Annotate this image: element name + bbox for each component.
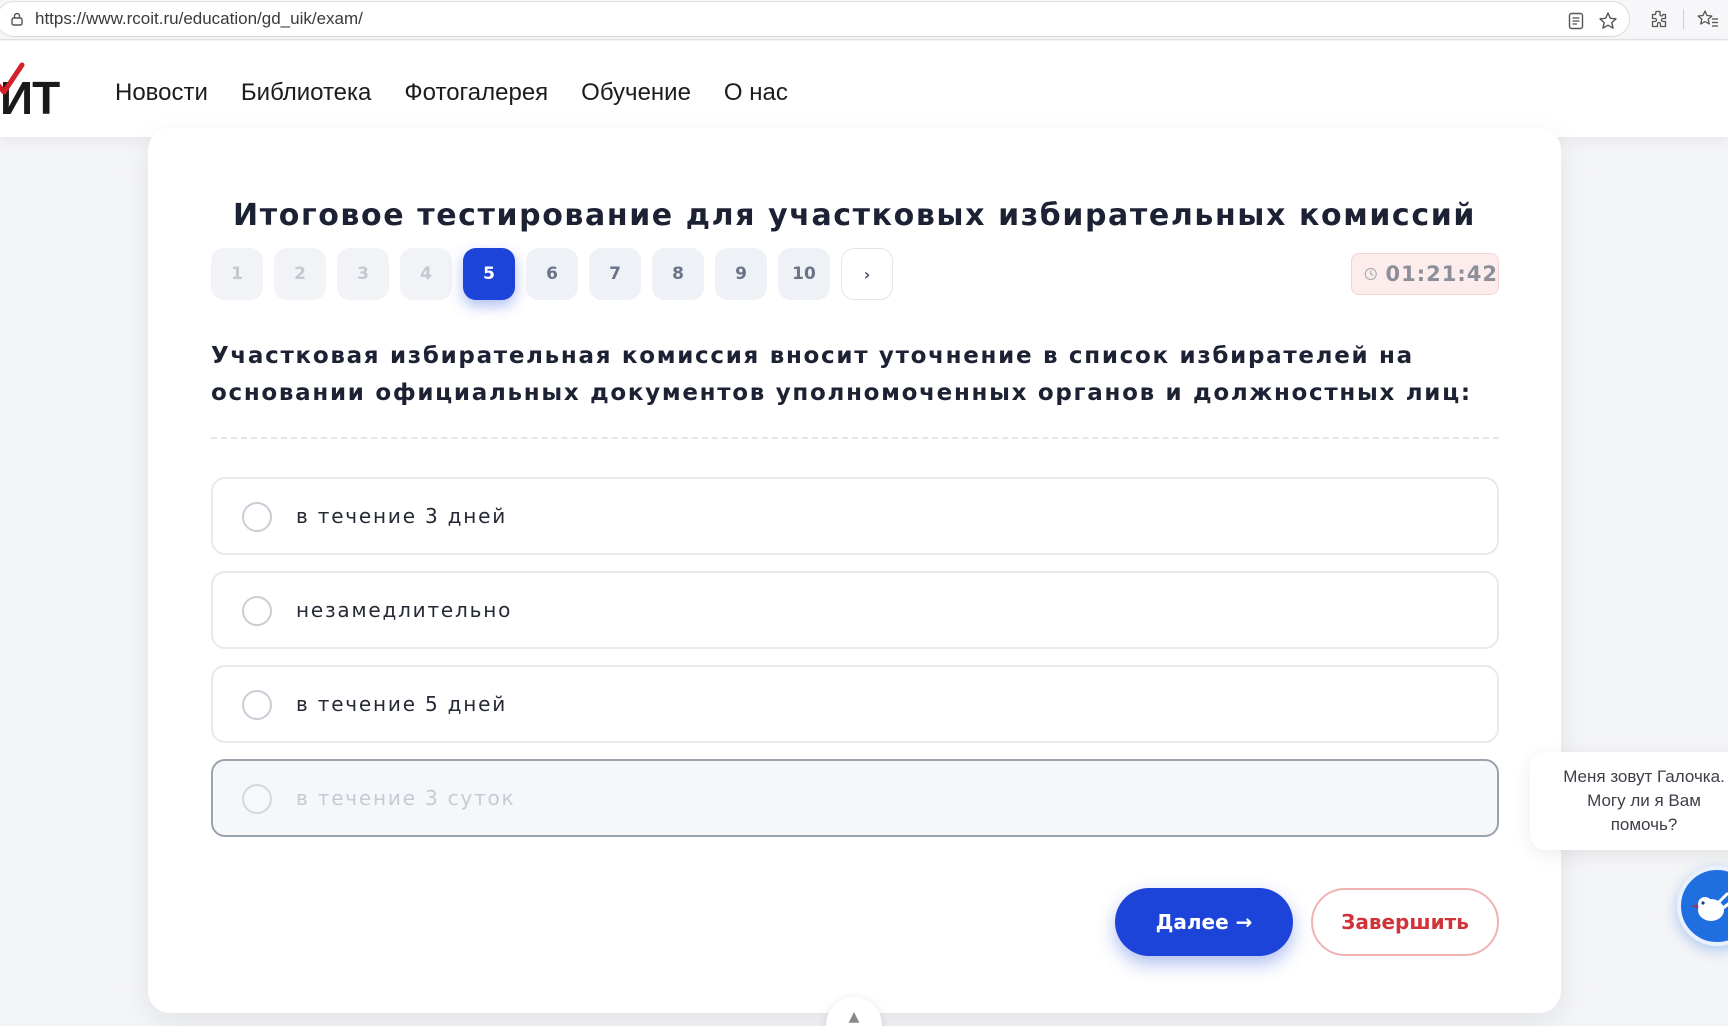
chevron-up-icon: ▲ (848, 1009, 860, 1025)
favorites-icon[interactable] (1697, 8, 1719, 30)
answer-option-4[interactable]: в течение 3 суток (211, 759, 1499, 837)
question-divider (211, 437, 1499, 439)
answer-label: в течение 3 суток (296, 786, 516, 810)
answer-option-3[interactable]: в течение 5 дней (211, 665, 1499, 743)
exam-title: Итоговое тестирование для участковых изб… (233, 198, 1476, 233)
toolbar-separator (1683, 9, 1684, 29)
page-button-3[interactable]: 3 (337, 248, 389, 300)
question-pager: 1 2 3 4 5 6 7 8 9 10 › (211, 248, 893, 300)
main-nav: Новости Библиотека Фотогалерея Обучение … (115, 79, 788, 107)
radio-button[interactable] (242, 596, 272, 626)
page-button-9[interactable]: 9 (715, 248, 767, 300)
page-button-4[interactable]: 4 (400, 248, 452, 300)
chat-greeting-bubble[interactable]: Меня зовут Галочка. Могу ли я Вам помочь… (1530, 752, 1728, 850)
finish-button[interactable]: Завершить (1311, 888, 1499, 956)
lock-icon (11, 12, 23, 26)
radio-button[interactable] (242, 690, 272, 720)
address-bar[interactable]: https://www.rcoit.ru/education/gd_uik/ex… (0, 1, 1630, 37)
radio-button[interactable] (242, 502, 272, 532)
star-bookmark-icon[interactable] (1597, 10, 1619, 32)
nav-item-gallery[interactable]: Фотогалерея (404, 79, 548, 107)
exam-card: Итоговое тестирование для участковых изб… (148, 128, 1561, 1013)
chat-line: Меня зовут Галочка. (1563, 767, 1725, 786)
answer-option-1[interactable]: в течение 3 дней (211, 477, 1499, 555)
site-header: ИТ Новости Библиотека Фотогалерея Обучен… (0, 41, 1728, 137)
page-button-7[interactable]: 7 (589, 248, 641, 300)
browser-toolbar: https://www.rcoit.ru/education/gd_uik/ex… (0, 0, 1728, 40)
answer-label: в течение 3 дней (296, 504, 508, 528)
clock-icon (1364, 267, 1377, 281)
site-logo[interactable]: ИТ (0, 61, 86, 124)
page-button-10[interactable]: 10 (778, 248, 830, 300)
nav-item-library[interactable]: Библиотека (241, 79, 372, 107)
radio-button[interactable] (242, 784, 272, 814)
page-button-2[interactable]: 2 (274, 248, 326, 300)
chat-line: Могу ли я Вам (1587, 791, 1701, 810)
bird-mascot-icon (1691, 892, 1728, 921)
next-page-button[interactable]: › (841, 248, 893, 300)
answer-label: в течение 5 дней (296, 692, 508, 716)
nav-item-education[interactable]: Обучение (581, 79, 691, 107)
answer-label: незамедлительно (296, 598, 513, 622)
exam-timer: 01:21:42 (1351, 253, 1499, 295)
chat-assistant-button[interactable] (1677, 866, 1728, 946)
question-text: Участковая избирательная комиссия вносит… (211, 343, 1472, 406)
timer-value: 01:21:42 (1385, 262, 1498, 286)
answer-option-2[interactable]: незамедлительно (211, 571, 1499, 649)
chat-line: помочь? (1610, 815, 1678, 834)
page-button-6[interactable]: 6 (526, 248, 578, 300)
nav-item-about[interactable]: О нас (724, 79, 788, 107)
page-button-1[interactable]: 1 (211, 248, 263, 300)
checkmark-logo-icon (0, 62, 25, 95)
nav-item-news[interactable]: Новости (115, 79, 208, 107)
extensions-icon[interactable] (1647, 8, 1669, 30)
url-text[interactable]: https://www.rcoit.ru/education/gd_uik/ex… (35, 9, 363, 29)
reader-mode-icon[interactable] (1565, 10, 1587, 32)
next-button[interactable]: Далее → (1115, 888, 1293, 956)
page-button-8[interactable]: 8 (652, 248, 704, 300)
page-button-current[interactable]: 5 (463, 248, 515, 300)
